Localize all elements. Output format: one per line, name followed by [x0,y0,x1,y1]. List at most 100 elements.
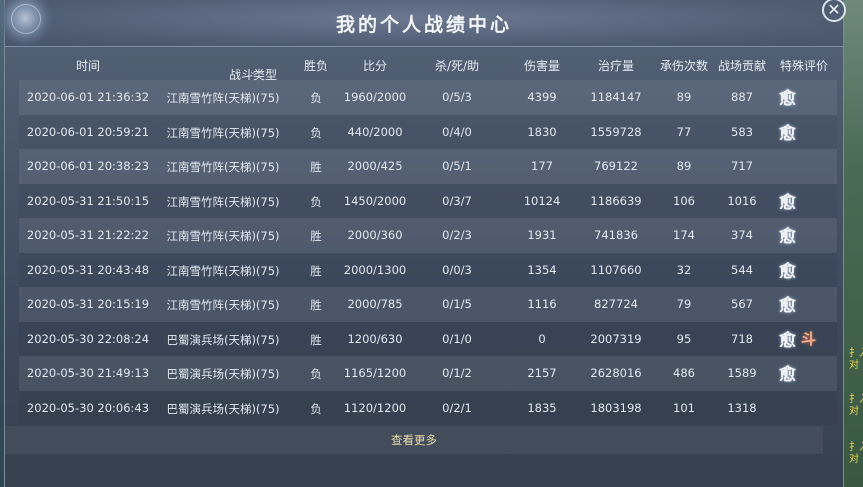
header-special: 特殊评价 [779,59,829,73]
row-damage-taken: 174 [673,228,695,242]
view-more-button[interactable]: 查看更多 [5,426,823,454]
table-row[interactable]: 2020-06-01 20:38:23 江南雪竹阵(天梯)(75) 胜 2000/42… [19,149,837,184]
row-score: 1960/2000 [343,90,407,104]
row-battle-type: 巴蜀演兵场(天梯)(75) [166,401,280,416]
table-row[interactable]: 2020-05-31 21:22:22 江南雪竹阵(天梯)(75) 胜 2000/36… [19,218,837,253]
table-row[interactable]: 2020-05-31 20:15:19 江南雪竹阵(天梯)(75) 胜 2000/78… [19,287,837,322]
row-damage: 1830 [527,124,557,139]
row-damage-taken: 89 [676,90,692,104]
row-damage: 0 [538,331,546,346]
row-result: 负 [310,125,322,140]
row-kda: 0/2/1 [442,400,472,415]
row-result: 胜 [310,160,322,174]
row-damage-taken: 486 [673,366,695,380]
row-damage: 4399 [527,90,557,104]
heal-rating-badge-icon[interactable]: 愈 [779,188,796,213]
row-contribution: 718 [731,331,753,346]
row-kda: 0/2/3 [442,228,472,242]
row-healing: 741836 [594,228,638,242]
row-kda: 0/1/2 [442,366,472,380]
header-contribution: 战场贡献 [717,59,767,73]
row-healing: 1559728 [590,124,642,139]
table-row[interactable]: 2020-05-30 20:06:43 巴蜀演兵场(天梯)(75) 负 1120/12… [19,390,837,425]
heal-rating-badge-icon[interactable]: 愈 [779,291,796,316]
row-score: 1165/1200 [343,366,407,380]
row-score: 1120/1200 [343,400,407,415]
row-time: 2020-05-30 22:08:24 [26,331,150,346]
row-result: 负 [310,367,322,381]
row-battle-type: 江南雪竹阵(天梯)(75) [166,91,280,105]
row-contribution: 887 [731,90,753,104]
row-contribution: 717 [731,159,753,173]
header-damage: 伤害量 [523,59,561,73]
row-result: 负 [310,194,322,209]
row-damage-taken: 32 [676,262,692,277]
side-chat-fragment: 扌入 对 [849,348,863,371]
filter-chevron-icon[interactable]: ⌄⌄ [249,66,266,77]
row-healing: 2628016 [590,366,642,380]
header-healing: 治疗量 [597,59,635,73]
row-damage: 10124 [523,193,561,208]
fight-rating-badge-icon[interactable]: 斗 [801,328,816,349]
table-row[interactable]: 2020-05-30 21:49:13 巴蜀演兵场(天梯)(75) 负 1165/12… [19,356,837,391]
table-row[interactable]: 2020-05-31 21:50:15 江南雪竹阵(天梯)(75) 负 1450/20… [19,183,837,218]
row-contribution: 544 [731,262,753,277]
row-score: 2000/360 [347,228,403,242]
row-contribution: 1318 [727,400,757,415]
records-table: 时间 战斗类型 ⌄⌄ 胜负 比分 杀/死/助 伤害量 治疗量 承伤次数 战场贡献 … [19,48,837,425]
heal-rating-badge-icon[interactable]: 愈 [779,257,796,282]
row-healing: 1184147 [590,90,642,104]
row-time: 2020-05-31 20:43:48 [26,262,150,277]
row-score: 2000/785 [347,297,403,311]
row-battle-type: 巴蜀演兵场(天梯)(75) [166,367,280,381]
side-chat-fragment: 扌入 对 [849,394,863,417]
heal-rating-badge-icon[interactable]: 愈 [779,326,796,351]
row-score: 2000/1300 [343,262,407,277]
battle-record-panel: 我的个人战绩中心 ✕ 时间 战斗类型 ⌄⌄ 胜负 比分 杀/死/助 伤害量 治疗量… [0,0,846,487]
row-contribution: 567 [731,297,753,311]
heal-rating-badge-icon[interactable]: 愈 [779,119,796,144]
row-battle-type: 江南雪竹阵(天梯)(75) [166,263,280,278]
row-score: 440/2000 [347,124,403,139]
table-body: 2020-06-01 21:36:32 江南雪竹阵(天梯)(75) 负 1960/20… [19,80,837,425]
header-kda: 杀/死/助 [434,59,480,73]
row-healing: 1803198 [590,400,642,415]
row-battle-type: 江南雪竹阵(天梯)(75) [166,125,280,140]
row-time: 2020-06-01 21:36:32 [26,90,150,104]
row-time: 2020-06-01 20:59:21 [26,124,150,139]
header-score: 比分 [362,59,388,73]
table-row[interactable]: 2020-06-01 21:36:32 江南雪竹阵(天梯)(75) 负 1960/20… [19,80,837,115]
table-row[interactable]: 2020-05-31 20:43:48 江南雪竹阵(天梯)(75) 胜 2000/13… [19,252,837,287]
table-row[interactable]: 2020-06-01 20:59:21 江南雪竹阵(天梯)(75) 负 440/200… [19,114,837,149]
row-time: 2020-06-01 20:38:23 [26,159,150,173]
row-battle-type: 江南雪竹阵(天梯)(75) [166,298,280,312]
row-contribution: 374 [731,228,753,242]
row-battle-type: 巴蜀演兵场(天梯)(75) [166,332,280,347]
row-kda: 0/0/3 [442,262,472,277]
heal-rating-badge-icon[interactable]: 愈 [779,84,796,109]
row-battle-type: 江南雪竹阵(天梯)(75) [166,160,280,174]
row-time: 2020-05-31 21:50:15 [26,193,150,208]
table-row[interactable]: 2020-05-30 22:08:24 巴蜀演兵场(天梯)(75) 胜 1200/63… [19,321,837,356]
row-damage: 1354 [527,262,557,277]
heal-rating-badge-icon[interactable]: 愈 [779,222,796,247]
row-healing: 827724 [594,297,638,311]
row-kda: 0/1/0 [442,331,472,346]
row-healing: 1107660 [590,262,642,277]
row-kda: 0/4/0 [442,124,472,139]
row-result: 负 [310,91,322,105]
row-battle-type: 江南雪竹阵(天梯)(75) [166,229,280,243]
row-result: 负 [310,401,322,416]
row-damage: 1931 [527,228,557,242]
row-result: 胜 [310,332,322,347]
row-damage: 1116 [527,297,557,311]
row-damage-taken: 89 [676,159,692,173]
row-contribution: 1589 [727,366,757,380]
row-damage-taken: 95 [676,331,692,346]
row-kda: 0/1/5 [442,297,472,311]
row-damage-taken: 101 [673,400,695,415]
heal-rating-badge-icon[interactable]: 愈 [779,360,796,385]
row-time: 2020-05-31 20:15:19 [26,297,150,311]
row-score: 1450/2000 [343,193,407,208]
row-result: 胜 [310,229,322,243]
